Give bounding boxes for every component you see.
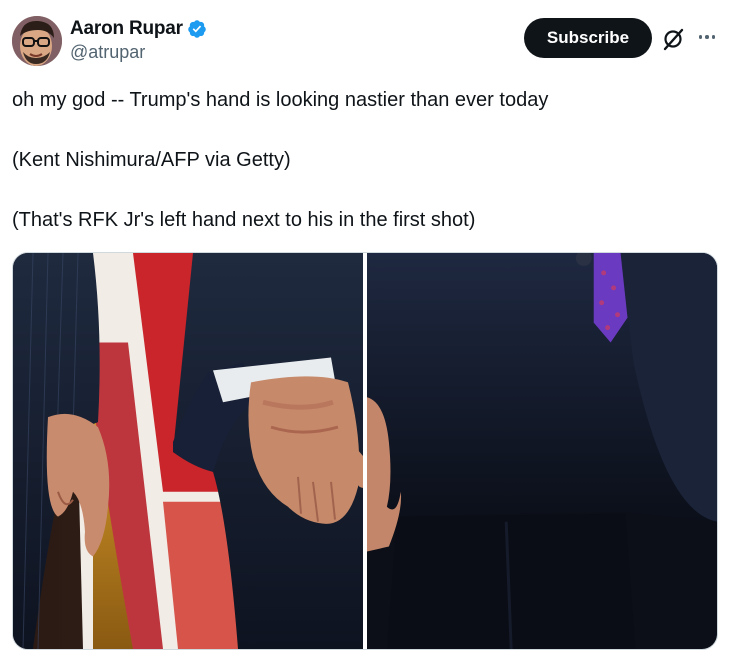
grok-icon[interactable] xyxy=(660,26,686,52)
tweet-text: oh my god -- Trump's hand is looking nas… xyxy=(12,88,712,232)
photo-hands-flag[interactable] xyxy=(13,253,363,649)
tweet-header: Aaron Rupar @atrupar Subscribe xyxy=(12,14,722,70)
author-display-name[interactable]: Aaron Rupar xyxy=(70,18,183,40)
photo-suit-tie[interactable] xyxy=(367,253,717,649)
tweet-paragraph: (Kent Nishimura/AFP via Getty) xyxy=(12,149,291,171)
avatar-image xyxy=(12,16,62,66)
avatar[interactable] xyxy=(12,16,62,66)
more-options-icon[interactable] xyxy=(694,24,720,50)
verified-badge-icon[interactable] xyxy=(187,19,207,39)
tweet-paragraph: oh my god -- Trump's hand is looking nas… xyxy=(12,89,549,111)
author-handle[interactable]: @atrupar xyxy=(70,42,207,63)
subscribe-button[interactable]: Subscribe xyxy=(524,18,652,58)
media-grid xyxy=(12,252,718,650)
name-row: Aaron Rupar xyxy=(70,18,207,40)
tweet-paragraph: (That's RFK Jr's left hand next to his i… xyxy=(12,209,476,231)
author-info: Aaron Rupar @atrupar xyxy=(70,18,207,63)
